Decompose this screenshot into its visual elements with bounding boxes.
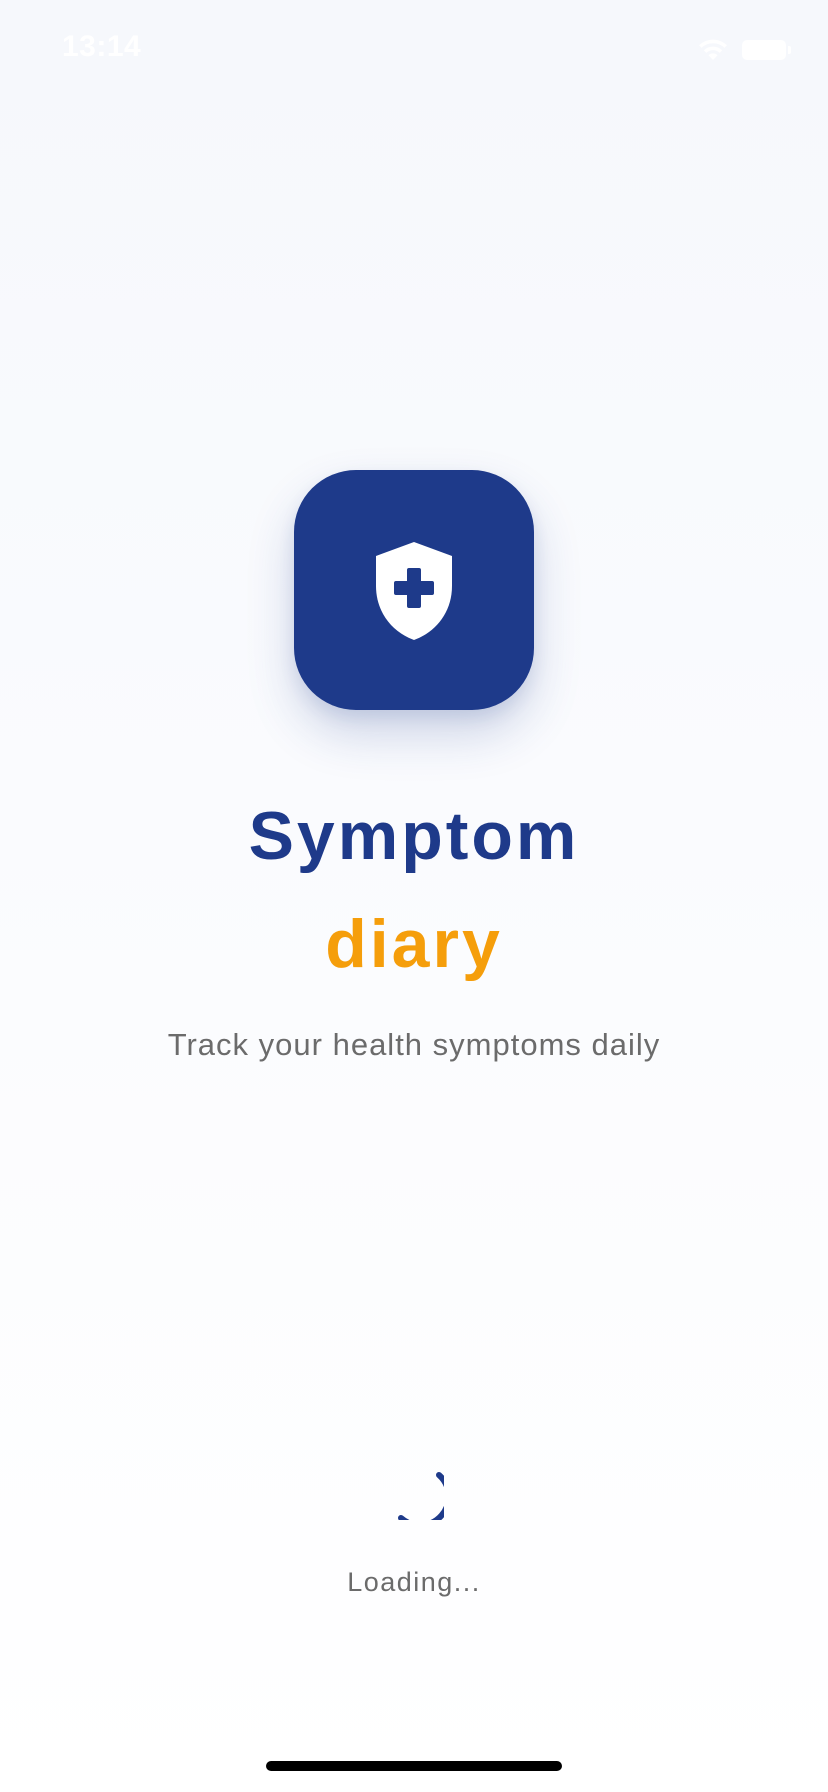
loading-text: Loading... [347,1567,481,1597]
battery-icon [742,40,791,60]
status-bar: 13:14 [0,0,828,100]
app-subtitle: Track your health symptoms daily [167,1027,661,1062]
shield-plus-icon [376,542,452,640]
wifi-icon [699,39,727,60]
app-title-line2: diary [325,906,503,982]
home-indicator [266,1761,562,1771]
app-title-line1: Symptom [248,798,580,874]
status-time: 13:14 [62,30,142,63]
splash-screen: 13:14 Symptom diary Track your health sy… [0,0,828,1792]
spinner-icon [398,1472,444,1520]
